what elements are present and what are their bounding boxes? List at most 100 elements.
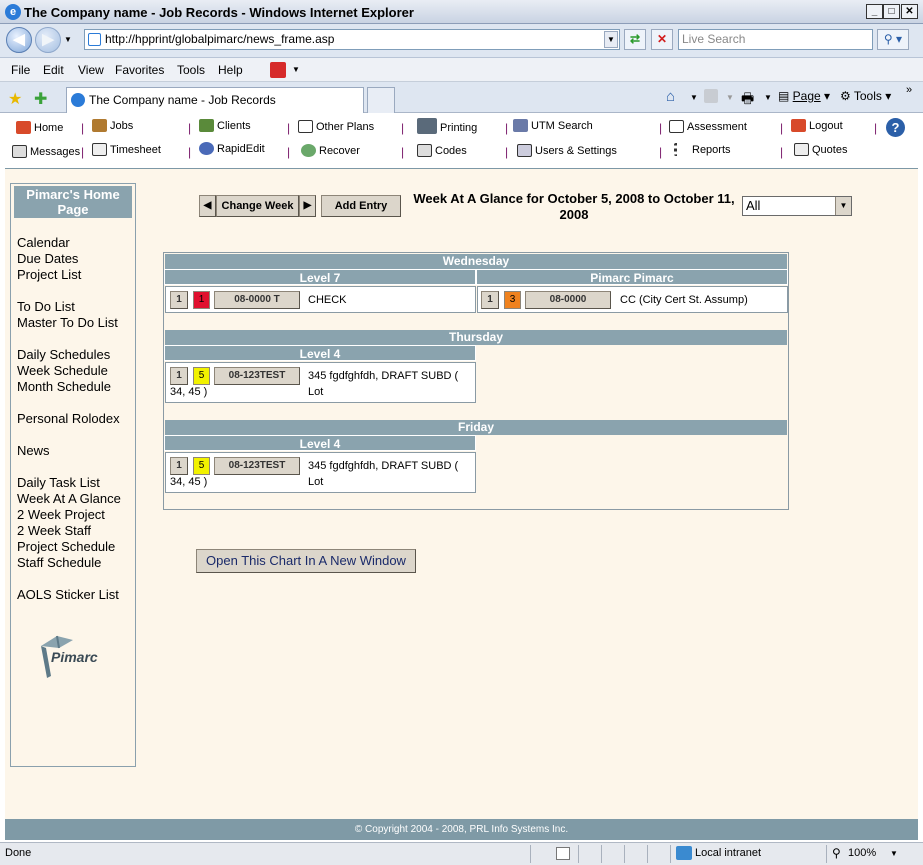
toolbar-other-plans[interactable]: Other Plans: [298, 120, 374, 133]
favorites-star-icon[interactable]: ★: [8, 89, 22, 109]
zoom-level[interactable]: 100%: [848, 847, 876, 859]
toolbar-reports[interactable]: Reports: [674, 143, 731, 156]
sidebar-link-2-week-staff[interactable]: 2 Week Staff: [17, 523, 91, 538]
help-icon[interactable]: ?: [886, 118, 905, 137]
close-button[interactable]: ✕: [901, 4, 918, 19]
toolbar-jobs[interactable]: Jobs: [92, 119, 133, 132]
toolbar-codes[interactable]: Codes: [417, 144, 467, 157]
toolbar-messages[interactable]: Messages: [12, 145, 80, 158]
forward-button[interactable]: ▶: [35, 27, 61, 53]
zoom-icon[interactable]: ⚲: [832, 846, 841, 860]
job-number-button[interactable]: 08-0000: [525, 291, 611, 309]
menu-view[interactable]: View: [78, 63, 104, 77]
entry-count-button[interactable]: 1: [170, 457, 188, 475]
toolbar-timesheet[interactable]: Timesheet: [92, 143, 161, 156]
sidebar-link-project-list[interactable]: Project List: [17, 267, 81, 282]
home-icon[interactable]: ⌂: [666, 88, 675, 105]
status-divider: [601, 845, 602, 863]
sidebar-link-news[interactable]: News: [17, 443, 50, 458]
sidebar-link-week-schedule[interactable]: Week Schedule: [17, 363, 108, 378]
job-number-button[interactable]: 08-123TEST: [214, 457, 300, 475]
add-favorite-icon[interactable]: ✚: [34, 89, 47, 109]
status-divider: [670, 845, 671, 863]
logo-text: Pimarc: [51, 649, 98, 665]
sidebar-link-2-week-project[interactable]: 2 Week Project: [17, 507, 105, 522]
search-button[interactable]: ⚲ ▾: [877, 29, 909, 50]
entry-count-button[interactable]: 1: [170, 291, 188, 309]
address-bar[interactable]: http://hpprint/globalpimarc/news_frame.a…: [84, 29, 620, 50]
schedule-entry: 1 5 08-123TEST 345 fgdfghfdh, DRAFT SUBD…: [165, 452, 476, 493]
menu-favorites[interactable]: Favorites: [115, 63, 164, 77]
feeds-icon[interactable]: [704, 89, 718, 103]
home-dropdown-icon[interactable]: ▼: [690, 93, 698, 102]
sidebar-link-due-dates[interactable]: Due Dates: [17, 251, 78, 266]
toolbar-home[interactable]: Home: [16, 121, 63, 134]
reports-icon: [674, 143, 689, 156]
toolbar-printing[interactable]: Printing: [417, 118, 477, 134]
tab-current[interactable]: The Company name - Job Records: [66, 87, 364, 113]
history-dropdown-icon[interactable]: ▼: [64, 35, 72, 44]
tools-menu-button[interactable]: ⚙ Tools ▾: [840, 89, 891, 103]
menu-tools[interactable]: Tools: [177, 63, 205, 77]
column-header: Level 4: [164, 435, 476, 451]
entry-count-button[interactable]: 1: [170, 367, 188, 385]
sidebar-link-daily-schedules[interactable]: Daily Schedules: [17, 347, 110, 362]
prev-week-button[interactable]: ◀: [199, 195, 216, 217]
toolbar-quotes[interactable]: Quotes: [794, 143, 847, 156]
assessment-icon: [669, 120, 684, 133]
page-menu-button[interactable]: ▤ Page ▾: [778, 89, 830, 103]
menu-help[interactable]: Help: [218, 63, 243, 77]
sidebar-link-aols-sticker-list[interactable]: AOLS Sticker List: [17, 587, 119, 602]
sidebar-link-to-do-list[interactable]: To Do List: [17, 299, 75, 314]
rapidedit-icon: [199, 142, 214, 155]
job-number-button[interactable]: 08-123TEST: [214, 367, 300, 385]
stop-icon[interactable]: ✕: [651, 29, 673, 50]
timesheet-icon: [92, 143, 107, 156]
sidebar-link-personal-rolodex[interactable]: Personal Rolodex: [17, 411, 120, 426]
menu-edit[interactable]: Edit: [43, 63, 64, 77]
menu-file[interactable]: File: [11, 63, 30, 77]
sidebar-link-month-schedule[interactable]: Month Schedule: [17, 379, 111, 394]
chevron-down-icon[interactable]: ▼: [835, 197, 851, 215]
entry-count-button[interactable]: 1: [481, 291, 499, 309]
toolbar-clients[interactable]: Clients: [199, 119, 251, 132]
sidebar-link-staff-schedule[interactable]: Staff Schedule: [17, 555, 101, 570]
back-button[interactable]: ◀: [6, 27, 32, 53]
toolbar-separator: |: [505, 145, 509, 159]
next-week-button[interactable]: ▶: [299, 195, 316, 217]
feeds-dropdown-icon[interactable]: ▼: [726, 93, 734, 102]
toolbar-assessment[interactable]: Assessment: [669, 120, 747, 133]
sidebar-link-calendar[interactable]: Calendar: [17, 235, 70, 250]
new-tab-button[interactable]: [367, 87, 395, 113]
filter-select[interactable]: All ▼: [742, 196, 852, 216]
refresh-icon[interactable]: ⇄: [624, 29, 646, 50]
maximize-button[interactable]: □: [883, 4, 900, 19]
day-header: Wednesday: [165, 254, 787, 269]
sidebar-link-project-schedule[interactable]: Project Schedule: [17, 539, 115, 554]
ie-tab-icon: [71, 93, 85, 107]
open-chart-button[interactable]: Open This Chart In A New Window: [196, 549, 416, 573]
column-header: Level 7: [164, 269, 476, 285]
sidebar-link-week-at-a-glance[interactable]: Week At A Glance: [17, 491, 121, 506]
toolbar-recover[interactable]: Recover: [301, 144, 360, 157]
toolbar-separator: |: [401, 121, 405, 135]
job-number-button[interactable]: 08-0000 T: [214, 291, 300, 309]
zoom-dropdown-icon[interactable]: ▼: [890, 849, 898, 858]
sidebar-link-daily-task-list[interactable]: Daily Task List: [17, 475, 100, 490]
minimize-button[interactable]: _: [866, 4, 883, 19]
toolbar-rapidedit[interactable]: RapidEdit: [199, 142, 265, 155]
pdf-icon[interactable]: [270, 62, 286, 78]
print-dropdown-icon[interactable]: ▼: [764, 93, 772, 102]
chevron-more-icon[interactable]: »: [906, 84, 912, 96]
entry-description: CC (City Cert St. Assump): [620, 294, 748, 306]
add-entry-button[interactable]: Add Entry: [321, 195, 401, 217]
toolbar-users-settings[interactable]: Users & Settings: [517, 144, 617, 157]
sidebar-link-master-to-do-list[interactable]: Master To Do List: [17, 315, 118, 330]
toolbar-logout[interactable]: Logout: [791, 119, 843, 132]
toolbar-utm-search[interactable]: UTM Search: [513, 119, 593, 132]
print-icon[interactable]: 🖶: [741, 88, 754, 112]
pdf-dropdown-icon[interactable]: ▼: [292, 65, 300, 74]
address-dropdown-icon[interactable]: ▼: [604, 31, 618, 48]
search-input[interactable]: Live Search: [678, 29, 873, 50]
change-week-button[interactable]: Change Week: [216, 195, 299, 217]
